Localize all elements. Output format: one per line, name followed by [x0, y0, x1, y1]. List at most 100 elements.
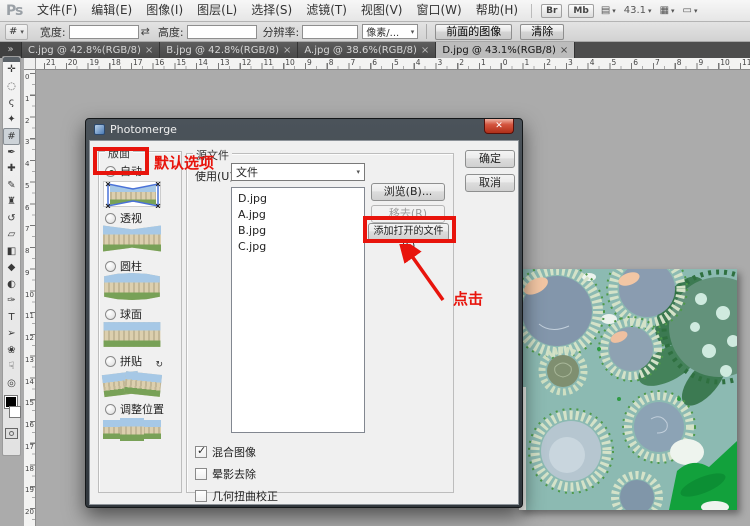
menu-file[interactable]: 文件(F): [30, 0, 84, 21]
tab-c-jpg[interactable]: C.jpg @ 42.8%(RGB/8)×: [22, 42, 160, 58]
front-image-button[interactable]: 前面的图像: [435, 24, 512, 40]
tab-close-icon[interactable]: ×: [560, 45, 568, 56]
layout-collage-thumbnail: ↻: [103, 370, 161, 397]
tool-hand[interactable]: ☟: [3, 359, 20, 376]
ruler-number: 4: [588, 58, 610, 67]
tool-gradient[interactable]: ◧: [3, 244, 20, 261]
ruler-number: 7: [653, 58, 675, 67]
ruler-number: 6: [24, 204, 34, 226]
tool-palette: ✛ ◌ ς ✦ # ✒ ✚ ✎ ♜ ↺ ▱ ◧: [2, 56, 21, 456]
dialog-close-button[interactable]: ✕: [484, 119, 514, 134]
tool-crop[interactable]: #: [3, 128, 20, 145]
arrange-documents-button[interactable]: ▦▾: [660, 5, 675, 16]
height-input[interactable]: [187, 25, 257, 39]
width-label: 宽度:: [40, 24, 66, 40]
ruler-number: 7: [349, 58, 371, 67]
menu-layer[interactable]: 图层(L): [190, 0, 244, 21]
document-canvas[interactable]: [519, 269, 737, 510]
rotate-icon: ↻: [155, 360, 163, 370]
ruler-number: 8: [327, 58, 349, 67]
screen-mode-button[interactable]: ▭▾: [683, 5, 698, 16]
mini-bridge-button[interactable]: Mb: [568, 4, 593, 18]
tool-clone-stamp[interactable]: ♜: [3, 194, 20, 211]
tool-blur[interactable]: ◆: [3, 260, 20, 277]
ok-button[interactable]: 确定: [465, 150, 515, 168]
ruler-number: 5: [24, 182, 34, 204]
use-select[interactable]: 文件 ▾: [231, 163, 365, 181]
tool-healing-brush[interactable]: ✚: [3, 161, 20, 178]
radio-spherical[interactable]: 球面: [105, 306, 142, 322]
tool-custom-shape[interactable]: ❀: [3, 343, 20, 360]
cancel-button[interactable]: 取消: [465, 174, 515, 192]
tool-dodge[interactable]: ◐: [3, 277, 20, 294]
source-file-item[interactable]: D.jpg: [232, 191, 364, 207]
ruler-number: 11: [24, 312, 34, 334]
clear-button[interactable]: 清除: [520, 24, 564, 40]
checkbox-icon: ✓: [195, 490, 207, 502]
menu-help[interactable]: 帮助(H): [469, 0, 525, 21]
source-file-item[interactable]: B.jpg: [232, 223, 364, 239]
tool-history-brush[interactable]: ↺: [3, 211, 20, 228]
radio-collage[interactable]: 拼贴: [105, 353, 142, 369]
bridge-button[interactable]: Br: [541, 4, 562, 18]
tool-icon: ◎: [7, 378, 16, 389]
tool-type[interactable]: T: [3, 310, 20, 327]
quick-mask-button[interactable]: [5, 428, 18, 439]
ruler-number: 15: [24, 399, 34, 421]
ruler-number: 9: [305, 58, 327, 67]
tool-eraser[interactable]: ▱: [3, 227, 20, 244]
tool-move[interactable]: ✛: [3, 62, 20, 79]
tool-eyedropper[interactable]: ✒: [3, 145, 20, 162]
swap-dimensions-icon[interactable]: ⇄: [141, 25, 150, 38]
ruler-number: 10: [718, 58, 740, 67]
ruler-number: 8: [675, 58, 697, 67]
menu-image[interactable]: 图像(I): [139, 0, 190, 21]
tab-close-icon[interactable]: ×: [421, 45, 429, 56]
resolution-unit-select[interactable]: 像素/...▾: [362, 24, 418, 39]
layout-reposition-thumbnail: [103, 416, 161, 443]
view-extras-button[interactable]: ▤▾: [601, 5, 616, 16]
tool-pen[interactable]: ✑: [3, 293, 20, 310]
ruler-number: 12: [240, 58, 262, 67]
source-file-item[interactable]: C.jpg: [232, 239, 364, 255]
checkbox-vignette-removal[interactable]: ✓ 晕影去除: [195, 466, 256, 482]
photomerge-dialog: Photomerge ✕ 版面 自动: [85, 118, 523, 508]
ruler-number: 20: [24, 508, 34, 526]
menu-edit[interactable]: 编辑(E): [84, 0, 139, 21]
tool-marquee[interactable]: ◌: [3, 79, 20, 96]
source-file-item[interactable]: A.jpg: [232, 207, 364, 223]
source-file-list[interactable]: D.jpg A.jpg B.jpg C.jpg: [231, 187, 365, 433]
unit-value: 像素/...: [366, 24, 399, 39]
ruler-number: 10: [283, 58, 305, 67]
tab-d-jpg[interactable]: D.jpg @ 43.1%(RGB/8)×: [436, 42, 575, 58]
ruler-number: 17: [24, 443, 34, 465]
layout-spherical-thumbnail: [103, 321, 161, 348]
background-color-swatch[interactable]: [9, 406, 21, 418]
dialog-title-bar[interactable]: Photomerge: [86, 119, 522, 139]
tool-lasso[interactable]: ς: [3, 95, 20, 112]
browse-button[interactable]: 浏览(B)...: [371, 183, 445, 201]
tab-a-jpg[interactable]: A.jpg @ 38.6%(RGB/8)×: [298, 42, 436, 58]
resolution-input[interactable]: [302, 25, 358, 39]
tool-path-selection[interactable]: ➢: [3, 326, 20, 343]
radio-reposition[interactable]: 调整位置: [105, 401, 164, 417]
layout-cylindrical-thumbnail: [103, 273, 161, 300]
menu-window[interactable]: 窗口(W): [409, 0, 468, 21]
tab-close-icon[interactable]: ×: [145, 45, 153, 56]
tab-b-jpg[interactable]: B.jpg @ 42.8%(RGB/8)×: [160, 42, 298, 58]
zoom-level-control[interactable]: 43.1▾: [624, 5, 652, 16]
tool-zoom[interactable]: ◎: [3, 376, 20, 393]
radio-cylindrical[interactable]: 圆柱: [105, 258, 142, 274]
checkbox-blend-images[interactable]: ✓ 混合图像: [195, 444, 256, 460]
tool-quick-selection[interactable]: ✦: [3, 112, 20, 129]
tool-brush[interactable]: ✎: [3, 178, 20, 195]
ruler-corner: [24, 58, 36, 70]
menu-view[interactable]: 视图(V): [354, 0, 410, 21]
width-input[interactable]: [69, 25, 139, 39]
crop-tool-preset-button[interactable]: #▾: [5, 24, 28, 40]
menu-select[interactable]: 选择(S): [244, 0, 299, 21]
radio-perspective[interactable]: 透视: [105, 210, 142, 226]
tab-close-icon[interactable]: ×: [283, 45, 291, 56]
checkbox-geometric-distortion[interactable]: ✓ 几何扭曲校正: [195, 488, 278, 504]
menu-filter[interactable]: 滤镜(T): [299, 0, 354, 21]
